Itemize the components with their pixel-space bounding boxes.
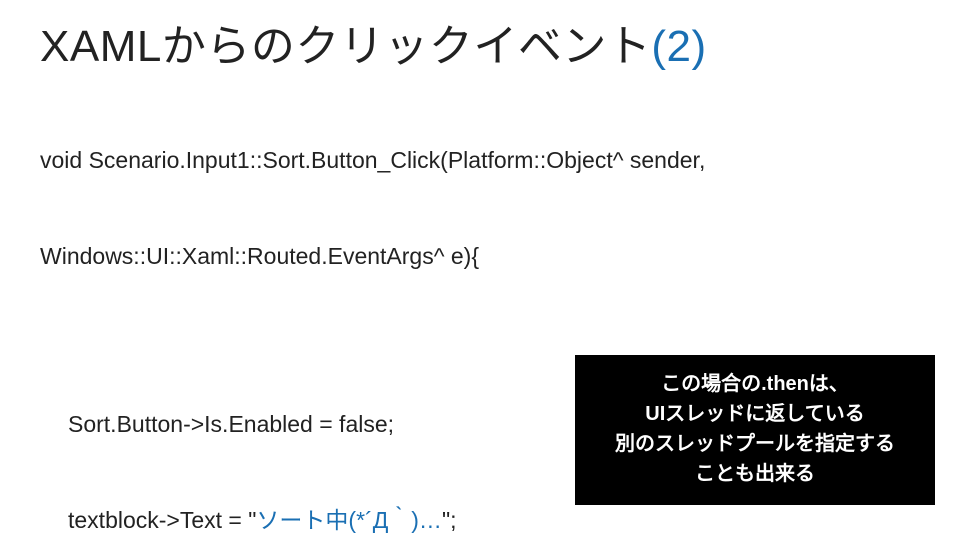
slide-title: XAMLからのクリックイベント(2)	[40, 10, 930, 74]
title-text: XAMLからのクリックイベント	[40, 22, 651, 71]
callout-box: この場合の.thenは、 UIスレッドに返している 別のスレッドプールを指定する…	[575, 355, 935, 505]
callout-line: 別のスレッドプールを指定する	[585, 429, 925, 459]
code-line: void Scenario.Input1::Sort.Button_Click(…	[40, 145, 930, 177]
slide: XAMLからのクリックイベント(2) void Scenario.Input1:…	[0, 0, 960, 540]
code-line: Windows::UI::Xaml::Routed.EventArgs^ e){	[40, 241, 930, 273]
title-accent: (2)	[651, 22, 706, 71]
code-line: textblock->Text = "ソート中(*´Д｀)…";	[68, 505, 930, 537]
callout-line: UIスレッドに返している	[585, 399, 925, 429]
callout-line: この場合の.thenは、	[585, 369, 925, 399]
callout-line: ことも出来る	[585, 459, 925, 489]
